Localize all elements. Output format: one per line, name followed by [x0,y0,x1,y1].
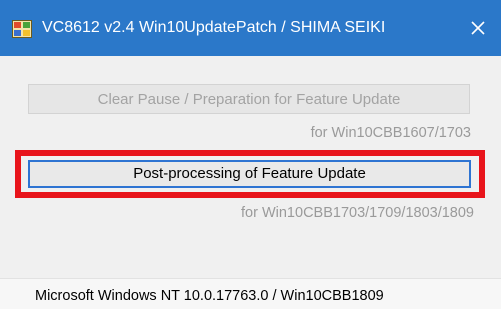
os-version-label: Microsoft Windows NT 10.0.17763.0 / Win1… [35,288,384,304]
window-title: VC8612 v2.4 Win10UpdatePatch / SHIMA SEI… [42,19,386,36]
clear-pause-button[interactable]: Clear Pause / Preparation for Feature Up… [28,84,470,114]
clear-pause-note: for Win10CBB1607/1703 [310,125,471,141]
app-window: VC8612 v2.4 Win10UpdatePatch / SHIMA SEI… [0,0,501,309]
app-window-icon [12,20,32,38]
client-area: Clear Pause / Preparation for Feature Up… [0,56,501,309]
post-processing-button[interactable]: Post-processing of Feature Update [28,160,471,188]
close-icon [470,20,486,36]
post-processing-note: for Win10CBB1703/1709/1803/1809 [241,205,474,221]
title-bar[interactable]: VC8612 v2.4 Win10UpdatePatch / SHIMA SEI… [0,0,501,56]
status-bar: Microsoft Windows NT 10.0.17763.0 / Win1… [0,278,501,309]
close-button[interactable] [455,0,501,56]
